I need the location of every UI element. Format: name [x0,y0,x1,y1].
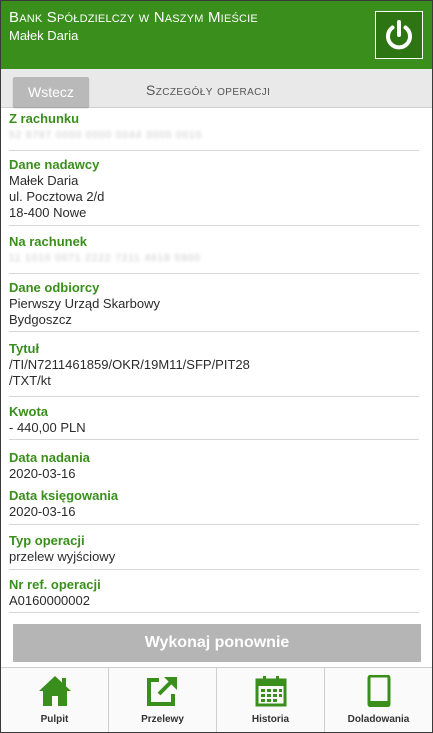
transfer-title-label: Tytuł [9,341,40,356]
send-date-value: 2020-03-16 [9,466,76,481]
amount-value: - 440,00 PLN [9,420,86,435]
send-date-label: Data nadania [9,450,90,465]
operation-type-label: Typ operacji [9,533,85,548]
from-account-label: Z rachunku [9,111,80,126]
power-icon [386,20,412,50]
user-name: Małek Daria [9,28,79,43]
booking-date-label: Data księgowania [9,488,119,503]
phone-icon [361,674,397,708]
repeat-operation-button[interactable]: Wykonaj ponownie [13,624,421,662]
title-section: Tytuł /TI/N7211461859/OKR/19M11/SFP/PIT2… [9,341,419,397]
to-account-number: 11 1010 0071 2222 7211 4618 5900 [9,253,201,264]
calendar-icon [253,674,289,708]
logout-button[interactable] [375,11,423,59]
reference-section: Nr ref. operacji A0160000002 [9,577,419,613]
tab-doladowania-label: Doladowania [347,714,410,725]
bottom-tab-bar: Pulpit Przelewy Historia Doladowania [1,667,432,732]
home-icon [37,674,73,708]
sender-street: ul. Pocztowa 2/d [9,189,105,204]
tab-doladowania[interactable]: Doladowania [325,668,432,732]
reference-label: Nr ref. operacji [9,577,101,592]
recipient-city: Bydgoszcz [9,312,72,327]
operation-type-section: Typ operacji przelew wyjściowy [9,533,419,570]
navigation-bar: Wstecz Szczegóły operacji [1,69,432,108]
tab-przelewy[interactable]: Przelewy [109,668,217,732]
tab-przelewy-label: Przelewy [141,714,184,725]
booking-date-value: 2020-03-16 [9,504,76,519]
sender-section: Dane nadawcy Małek Daria ul. Pocztowa 2/… [9,157,419,226]
tab-historia[interactable]: Historia [217,668,325,732]
app-frame: Bank Spółdzielczy w Naszym Mieście Małek… [0,0,433,733]
transfer-title-line-2: /TXT/kt [9,373,51,388]
sender-city: 18-400 Nowe [9,205,87,220]
recipient-name: Pierwszy Urząd Skarbowy [9,296,160,311]
amount-section: Kwota - 440,00 PLN [9,404,419,440]
to-account-section: Na rachunek 11 1010 0071 2222 7211 4618 … [9,234,419,274]
from-account-number: 52 8787 0000 0000 0044 3000 0010 [9,130,203,141]
from-account-section: Z rachunku 52 8787 0000 0000 0044 3000 0… [9,111,419,151]
page-title: Szczegóły operacji [146,82,271,98]
reference-value: A0160000002 [9,593,90,608]
recipient-label: Dane odbiorcy [9,280,100,295]
tab-historia-label: Historia [251,714,290,725]
app-header: Bank Spółdzielczy w Naszym Mieście Małek… [1,1,432,69]
bank-name: Bank Spółdzielczy w Naszym Mieście [9,9,258,26]
tab-pulpit-label: Pulpit [40,714,69,725]
tab-pulpit[interactable]: Pulpit [1,668,109,732]
recipient-section: Dane odbiorcy Pierwszy Urząd Skarbowy By… [9,280,419,332]
transfer-title-line-1: /TI/N7211461859/OKR/19M11/SFP/PIT28 [9,357,250,372]
amount-label: Kwota [9,404,48,419]
operation-type-value: przelew wyjściowy [9,549,116,564]
sender-name: Małek Daria [9,173,79,188]
to-account-label: Na rachunek [9,234,88,249]
back-button[interactable]: Wstecz [13,77,89,107]
dates-section: Data nadania 2020-03-16 Data księgowania… [9,450,419,525]
sender-label: Dane nadawcy [9,157,100,172]
transfer-icon [145,674,181,708]
